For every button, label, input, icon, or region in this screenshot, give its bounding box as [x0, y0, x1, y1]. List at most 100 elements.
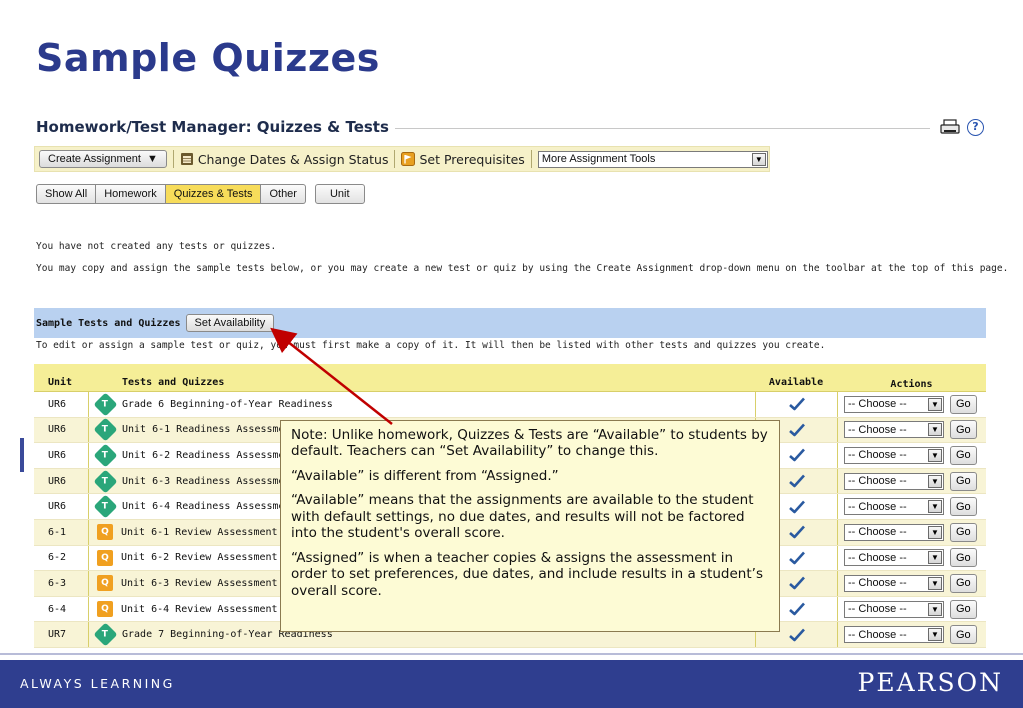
action-choose-select[interactable]: -- Choose -- ▼: [844, 574, 944, 592]
tab-quizzes-tests[interactable]: Quizzes & Tests: [165, 184, 262, 204]
go-button[interactable]: Go: [950, 548, 977, 568]
assessment-name-link[interactable]: Grade 6 Beginning-of-Year Readiness: [122, 399, 333, 410]
flag-icon: [401, 152, 416, 166]
toolbar-separator: [530, 150, 532, 168]
action-choose-select[interactable]: -- Choose -- ▼: [844, 498, 944, 516]
checkmark-icon: [788, 628, 805, 641]
go-button[interactable]: Go: [950, 599, 977, 619]
select-arrow-icon: ▼: [928, 525, 942, 539]
select-arrow-icon: ▼: [928, 628, 942, 642]
footer-divider: [0, 653, 1023, 655]
unit-cell: UR6: [48, 398, 67, 410]
footer-tagline: ALWAYS LEARNING: [20, 676, 175, 691]
assessment-name-link[interactable]: Unit 6-4 Review Assessment: [121, 604, 278, 615]
go-button[interactable]: Go: [950, 522, 977, 542]
action-choose-select[interactable]: -- Choose -- ▼: [844, 600, 944, 618]
more-assignment-tools-select[interactable]: More Assignment Tools ▼: [537, 150, 768, 168]
select-arrow-icon: ▼: [928, 602, 942, 616]
tab-other[interactable]: Other: [261, 184, 306, 204]
assessment-name-link[interactable]: Unit 6-1 Review Assessment: [121, 527, 278, 538]
test-type-icon: T: [93, 392, 118, 417]
change-dates-link[interactable]: Change Dates & Assign Status: [180, 152, 388, 167]
header-actions: Actions: [890, 379, 933, 390]
select-arrow-icon: ▼: [928, 551, 942, 565]
action-choose-select[interactable]: -- Choose -- ▼: [844, 395, 944, 413]
callout-different: “Available” is different from “Assigned.…: [291, 467, 559, 484]
dropdown-triangle-icon: ▼: [146, 153, 158, 165]
manager-title: Homework/Test Manager: Quizzes & Tests: [36, 118, 395, 136]
set-prerequisites-link[interactable]: Set Prerequisites: [401, 151, 525, 167]
assessment-name-link[interactable]: Unit 6-4 Readiness Assessment: [122, 501, 297, 512]
left-accent-rule: [20, 438, 24, 472]
choose-value: -- Choose --: [848, 603, 907, 616]
tab-homework[interactable]: Homework: [96, 184, 166, 204]
checkmark-icon: [788, 397, 805, 411]
go-button[interactable]: Go: [950, 420, 977, 440]
callout-available-meaning: “Available” means that the assignments a…: [291, 492, 754, 542]
test-type-icon: T: [93, 622, 118, 647]
actions-cell: -- Choose -- ▼ Go: [837, 494, 986, 519]
go-button[interactable]: Go: [950, 625, 977, 645]
assignment-toolbar: Create Assignment ▼ Change Dates & Assig…: [34, 146, 770, 172]
actions-cell: -- Choose -- ▼ Go: [837, 468, 986, 494]
assessment-name-link[interactable]: Unit 6-3 Review Assessment: [121, 578, 278, 589]
callout-note: Note: Unlike homework, Quizzes & Tests a…: [291, 427, 768, 460]
go-button[interactable]: Go: [950, 394, 977, 414]
choose-value: -- Choose --: [848, 475, 907, 488]
tab-unit[interactable]: Unit: [314, 184, 365, 204]
callout-assigned-meaning: “Assigned” is when a teacher copies & as…: [291, 549, 763, 599]
choose-value: -- Choose --: [848, 526, 907, 539]
go-button[interactable]: Go: [950, 445, 977, 465]
name-cell: T Grade 6 Beginning-of-Year Readiness: [88, 392, 755, 417]
select-arrow-icon: ▼: [928, 474, 942, 488]
assessment-name-link[interactable]: Unit 6-3 Readiness Assessment: [122, 476, 297, 487]
unit-cell: UR7: [48, 629, 67, 641]
action-choose-select[interactable]: -- Choose -- ▼: [844, 446, 944, 464]
sample-tests-label: Sample Tests and Quizzes: [36, 317, 181, 329]
checkmark-icon: [788, 551, 805, 565]
assessment-name-link[interactable]: Unit 6-2 Review Assessment: [121, 552, 278, 563]
action-choose-select[interactable]: -- Choose -- ▼: [844, 523, 944, 541]
actions-cell: -- Choose -- ▼ Go: [837, 622, 986, 647]
test-type-icon: T: [93, 417, 118, 442]
printer-icon[interactable]: [940, 119, 960, 135]
choose-value: -- Choose --: [848, 500, 907, 513]
slide-title: Sample Quizzes: [36, 36, 380, 80]
header-tests-quizzes: Tests and Quizzes: [122, 377, 225, 388]
create-assignment-label: Create Assignment: [48, 153, 141, 165]
filter-tabs: Show All Homework Quizzes & Tests Other …: [36, 184, 365, 204]
choose-value: -- Choose --: [848, 577, 907, 590]
set-prerequisites-label: Set Prerequisites: [419, 151, 525, 167]
select-arrow-icon: ▼: [928, 448, 942, 462]
go-button[interactable]: Go: [950, 471, 977, 491]
pearson-logo: PEARSON: [857, 668, 1003, 697]
help-icon[interactable]: ?: [967, 119, 984, 136]
create-assignment-button[interactable]: Create Assignment ▼: [39, 150, 167, 168]
more-tools-value: More Assignment Tools: [541, 153, 656, 165]
actions-cell: -- Choose -- ▼ Go: [837, 443, 986, 468]
tab-show-all[interactable]: Show All: [36, 184, 97, 204]
action-choose-select[interactable]: -- Choose -- ▼: [844, 549, 944, 567]
select-arrow-icon: ▼: [928, 500, 942, 514]
choose-value: -- Choose --: [848, 423, 907, 436]
table-header: Unit Tests and Quizzes Available Actions: [34, 364, 986, 392]
action-choose-select[interactable]: -- Choose -- ▼: [844, 421, 944, 439]
select-arrow-icon: ▼: [928, 576, 942, 590]
note-callout: Note: Unlike homework, Quizzes & Tests a…: [280, 420, 780, 632]
select-arrow-icon: ▼: [928, 423, 942, 437]
test-type-icon: T: [93, 494, 118, 519]
sample-tests-bar: Sample Tests and Quizzes Set Availabilit…: [34, 308, 986, 338]
quiz-type-icon: Q: [97, 601, 113, 618]
checkmark-icon: [788, 449, 805, 462]
assessment-name-link[interactable]: Unit 6-1 Readiness Assessment: [122, 424, 297, 435]
action-choose-select[interactable]: -- Choose -- ▼: [844, 626, 944, 644]
slide-footer: ALWAYS LEARNING PEARSON: [0, 660, 1023, 708]
set-availability-button[interactable]: Set Availability: [185, 314, 275, 332]
select-arrow-icon: ▼: [928, 397, 942, 411]
quiz-type-icon: Q: [97, 549, 113, 566]
action-choose-select[interactable]: -- Choose -- ▼: [844, 472, 944, 490]
assessment-name-link[interactable]: Unit 6-2 Readiness Assessment: [122, 450, 297, 461]
go-button[interactable]: Go: [950, 573, 977, 593]
actions-cell: -- Choose -- ▼ Go: [837, 417, 986, 443]
go-button[interactable]: Go: [950, 497, 977, 517]
